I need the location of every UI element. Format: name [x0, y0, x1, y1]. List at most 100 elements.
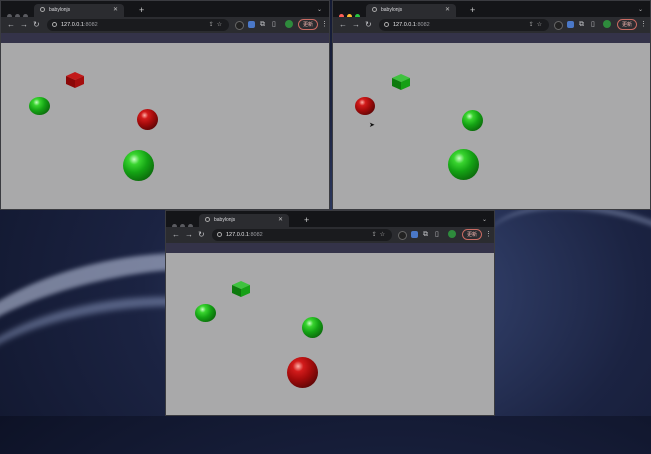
reload-button[interactable]: ↻ [365, 19, 372, 31]
green-sphere-large [123, 150, 154, 181]
side-panel-icon[interactable]: ▯ [435, 229, 439, 241]
forward-button[interactable]: → [185, 229, 193, 241]
extensions-puzzle-icon[interactable]: ⧉ [423, 229, 428, 241]
browser-window-top-right: babylonjs ✕ + ⌄ ← → ↻ 127.0.0.1:8082 ⇪☆ … [332, 0, 651, 210]
address-bar[interactable]: 127.0.0.1:8082 ⇪☆ [379, 19, 549, 31]
profile-avatar[interactable] [448, 230, 456, 238]
address-bar[interactable]: 127.0.0.1:8082 ⇪☆ [212, 229, 392, 241]
extensions-puzzle-icon[interactable]: ⧉ [579, 19, 584, 31]
tab-strip: babylonjs ✕ + ⌄ [1, 1, 329, 19]
browser-menu-icon[interactable]: ⋮ [321, 19, 328, 31]
browser-toolbar: ← → ↻ 127.0.0.1:8082 ⇪☆ ⧉ ▯ 更新 ⋮ [333, 17, 650, 33]
forward-button[interactable]: → [352, 19, 360, 31]
browser-window-bottom: babylonjs ✕ + ⌄ ← → ↻ 127.0.0.1:8082 ⇪☆ … [165, 210, 495, 416]
reload-button[interactable]: ↻ [198, 229, 205, 241]
profile-avatar[interactable] [603, 20, 611, 28]
url-host: 127.0.0.1 [393, 22, 416, 28]
babylon-canvas[interactable]: ➤ [333, 43, 650, 209]
profile-avatar[interactable] [285, 20, 293, 28]
back-button[interactable]: ← [172, 229, 180, 241]
babylon-canvas[interactable] [1, 43, 329, 209]
url-text: 127.0.0.1:8082 [226, 229, 263, 241]
close-tab-icon[interactable]: ✕ [445, 4, 450, 17]
url-port: :8082 [415, 22, 430, 28]
reload-button[interactable]: ↻ [33, 19, 40, 31]
mouse-cursor: ➤ [369, 122, 375, 129]
address-actions: ⇪☆ [529, 19, 545, 31]
extension-icon[interactable] [554, 21, 563, 30]
browser-toolbar: ← → ↻ 127.0.0.1:8082 ⇪☆ ⧉ ▯ 更新 ⋮ [1, 17, 329, 33]
green-cube [392, 74, 410, 90]
red-sphere [137, 109, 158, 130]
address-actions: ⇪☆ [372, 229, 388, 241]
tab-search-icon[interactable]: ⌄ [638, 4, 643, 16]
extension-icon[interactable] [235, 21, 244, 30]
green-sphere-mid [302, 317, 323, 338]
browser-window-top-left: babylonjs ✕ + ⌄ ← → ↻ 127.0.0.1:8082 ⇪☆ … [0, 0, 330, 210]
extensions-puzzle-icon[interactable]: ⧉ [260, 19, 265, 31]
url-text: 127.0.0.1:8082 [393, 19, 430, 31]
tab-babylonjs[interactable]: babylonjs ✕ [199, 214, 289, 227]
green-cube [232, 281, 250, 297]
url-host: 127.0.0.1 [226, 232, 249, 238]
back-button[interactable]: ← [7, 19, 15, 31]
address-actions: ⇪☆ [209, 19, 225, 31]
green-sphere-small [195, 304, 216, 322]
url-port: :8082 [83, 22, 98, 28]
red-cube [66, 72, 84, 88]
tab-title: babylonjs [49, 7, 71, 13]
browser-menu-icon[interactable]: ⋮ [640, 19, 647, 31]
tab-title: babylonjs [214, 217, 236, 223]
globe-icon [372, 7, 377, 13]
update-button[interactable]: 更新 [617, 19, 638, 30]
browser-menu-icon[interactable]: ⋮ [485, 229, 492, 241]
site-info-icon[interactable] [217, 232, 222, 237]
close-tab-icon[interactable]: ✕ [278, 214, 283, 227]
forward-button[interactable]: → [20, 19, 28, 31]
browser-toolbar: ← → ↻ 127.0.0.1:8082 ⇪☆ ⧉ ▯ 更新 ⋮ [166, 227, 494, 243]
extension-icon[interactable] [567, 21, 574, 28]
share-icon[interactable]: ⇪ [209, 22, 217, 28]
tab-babylonjs[interactable]: babylonjs ✕ [366, 4, 456, 17]
page-header-strip [333, 33, 650, 43]
url-text: 127.0.0.1:8082 [61, 19, 98, 31]
update-label: 更新 [467, 232, 478, 238]
tab-strip: babylonjs ✕ + ⌄ [333, 1, 650, 19]
red-sphere [355, 97, 375, 115]
new-tab-button[interactable]: + [304, 214, 309, 226]
new-tab-button[interactable]: + [470, 4, 475, 16]
update-label: 更新 [622, 22, 633, 28]
tab-babylonjs[interactable]: babylonjs ✕ [34, 4, 124, 17]
bookmark-star-icon[interactable]: ☆ [380, 232, 388, 238]
extension-icon[interactable] [411, 231, 418, 238]
back-button[interactable]: ← [339, 19, 347, 31]
share-icon[interactable]: ⇪ [372, 232, 380, 238]
extension-icon[interactable] [248, 21, 255, 28]
babylon-canvas[interactable] [166, 253, 494, 415]
green-sphere-small [29, 97, 50, 115]
globe-icon [205, 217, 210, 223]
bookmark-star-icon[interactable]: ☆ [537, 22, 545, 28]
update-label: 更新 [303, 22, 314, 28]
side-panel-icon[interactable]: ▯ [272, 19, 276, 31]
tab-search-icon[interactable]: ⌄ [317, 4, 322, 16]
tab-strip: babylonjs ✕ + ⌄ [166, 211, 494, 229]
update-button[interactable]: 更新 [462, 229, 483, 240]
address-bar[interactable]: 127.0.0.1:8082 ⇪☆ [47, 19, 229, 31]
site-info-icon[interactable] [52, 22, 57, 27]
url-host: 127.0.0.1 [61, 22, 84, 28]
green-sphere-small [462, 110, 483, 131]
share-icon[interactable]: ⇪ [529, 22, 537, 28]
tab-title: babylonjs [381, 7, 403, 13]
extension-icon[interactable] [398, 231, 407, 240]
bookmark-star-icon[interactable]: ☆ [217, 22, 225, 28]
tab-search-icon[interactable]: ⌄ [482, 214, 487, 226]
page-header-strip [1, 33, 329, 43]
close-tab-icon[interactable]: ✕ [113, 4, 118, 17]
update-button[interactable]: 更新 [298, 19, 319, 30]
site-info-icon[interactable] [384, 22, 389, 27]
red-sphere-large [287, 357, 318, 388]
green-sphere-large [448, 149, 479, 180]
new-tab-button[interactable]: + [139, 4, 144, 16]
side-panel-icon[interactable]: ▯ [591, 19, 595, 31]
